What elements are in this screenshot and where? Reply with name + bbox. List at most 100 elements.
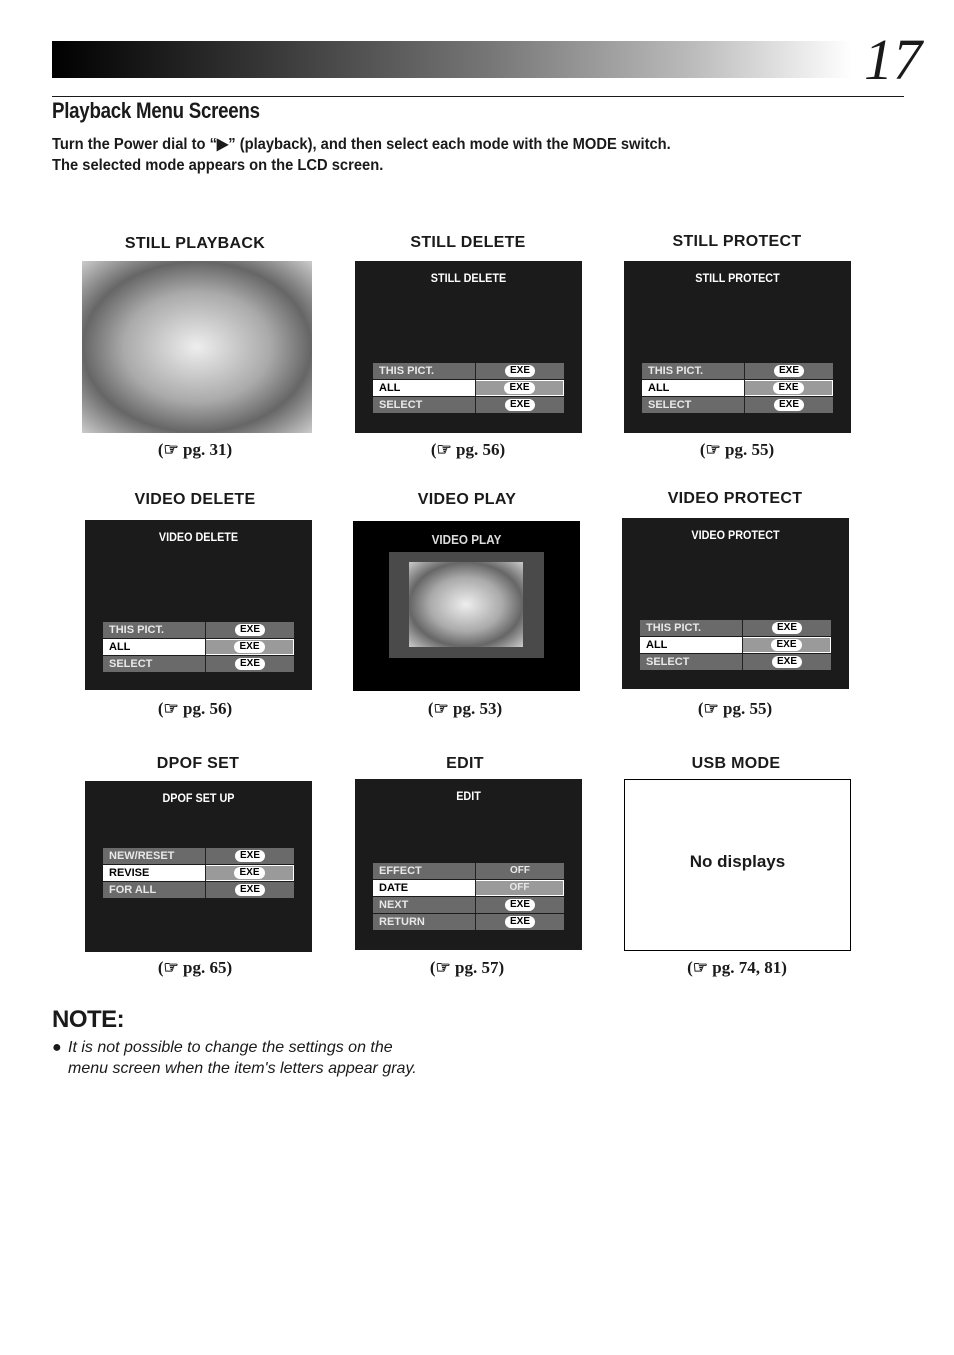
label-dpof-set: DPOF SET [156,755,240,772]
row-key: THIS PICT. [373,363,476,379]
label-still-playback: STILL PLAYBACK [124,235,266,252]
menu-row: SELECT EXE [642,397,833,413]
row-value: EXE [745,381,832,395]
exe-pill: EXE [234,850,265,862]
lcd-title: VIDEO DELETE [158,530,239,544]
menu-list: NEW/RESET EXE REVISE EXE FOR ALL EXE [103,848,294,899]
exe-pill: EXE [234,867,265,879]
video-thumbnail [409,562,523,647]
row-key: ALL [373,380,476,396]
ref-video-play: (☞ pg. 53) [427,699,503,718]
exe-pill: EXE [234,641,265,653]
menu-row: SELECT EXE [103,656,294,672]
lcd-title: DPOF SET UP [162,791,235,805]
row-value: EXE [476,897,564,913]
exe-pill: EXE [234,658,265,670]
exe-pill: EXE [771,656,802,668]
usb-mode-box: No displays [624,779,851,951]
page-number: 17 [864,27,922,92]
menu-row-selected: REVISE EXE [103,865,294,881]
menu-list: THIS PICT. EXE ALL EXE SELECT EXE [103,622,294,673]
ref-dpof-set: (☞ pg. 65) [157,958,233,977]
ref-video-protect: (☞ pg. 55) [697,699,773,718]
row-key: NEXT [373,897,476,913]
exe-pill: EXE [773,382,804,394]
intro-line-1: Turn the Power dial to “▶” (playback), a… [52,136,671,153]
row-key: RETURN [373,914,476,930]
row-value: EXE [206,640,293,654]
menu-list: THIS PICT. EXE ALL EXE SELECT EXE [373,363,564,414]
no-displays-text: No displays [689,852,786,871]
label-usb-mode: USB MODE [691,755,781,772]
lcd-title: EDIT [456,789,481,803]
exe-pill: EXE [234,884,265,896]
row-key: REVISE [103,865,206,881]
row-value: EXE [743,638,830,652]
header-gradient-bar [52,41,852,78]
menu-row: RETURN EXE [373,914,564,930]
row-value: EXE [745,397,833,413]
ref-still-delete: (☞ pg. 56) [430,440,506,459]
lcd-title: STILL PROTECT [695,271,780,285]
label-video-protect: VIDEO PROTECT [667,490,803,507]
exe-pill: EXE [773,399,804,411]
menu-list: THIS PICT. EXE ALL EXE SELECT EXE [640,620,831,671]
row-value: EXE [206,866,293,880]
row-value: OFF [476,881,563,895]
row-key: SELECT [640,654,743,670]
row-key: THIS PICT. [640,620,743,636]
lcd-video-protect: VIDEO PROTECT THIS PICT. EXE ALL EXE SELEC… [622,518,849,689]
menu-row: THIS PICT. EXE [373,363,564,379]
ref-edit: (☞ pg. 57) [429,958,505,977]
exe-pill: EXE [504,916,535,928]
row-value: EXE [476,363,564,379]
label-video-play: VIDEO PLAY [417,491,517,508]
note-body: ● It is not possible to change the settin… [52,1037,417,1079]
menu-list: EFFECT OFF DATE OFF NEXT EXE RETURN EXE [373,863,564,931]
row-value: EXE [476,397,564,413]
label-still-delete: STILL DELETE [410,234,526,251]
lcd-still-protect: STILL PROTECT THIS PICT. EXE ALL EXE SELEC… [624,261,851,433]
exe-pill: EXE [504,365,535,377]
row-value: EXE [476,914,564,930]
menu-row-selected: ALL EXE [373,380,564,396]
menu-row: NEW/RESET EXE [103,848,294,864]
label-video-delete: VIDEO DELETE [134,491,256,508]
lcd-title: VIDEO PROTECT [691,528,780,542]
row-value: EXE [206,848,294,864]
lcd-video-play: VIDEO PLAY [353,521,580,691]
lcd-dpof-set: DPOF SET UP NEW/RESET EXE REVISE EXE FOR A… [85,781,312,952]
menu-row: SELECT EXE [373,397,564,413]
row-key: DATE [373,880,476,896]
row-key: ALL [640,637,743,653]
intro-text: Turn the Power dial to “▶” (playback), a… [52,134,671,176]
row-key: NEW/RESET [103,848,206,864]
menu-list: THIS PICT. EXE ALL EXE SELECT EXE [642,363,833,414]
still-playback-photo [82,261,312,433]
intro-line-2: The selected mode appears on the LCD scr… [52,157,384,174]
row-key: SELECT [103,656,206,672]
row-key: SELECT [642,397,745,413]
exe-pill: EXE [504,382,535,394]
ref-usb-mode: (☞ pg. 74, 81) [687,958,787,977]
lcd-title: VIDEO PLAY [431,532,502,547]
exe-pill: EXE [504,899,535,911]
note-line-2: menu screen when the item's letters appe… [68,1060,417,1077]
row-value: EXE [476,381,563,395]
lcd-video-delete: VIDEO DELETE THIS PICT. EXE ALL EXE SELECT… [85,520,312,690]
label-still-protect: STILL PROTECT [672,233,802,250]
exe-pill: EXE [504,399,535,411]
row-key: ALL [642,380,745,396]
ref-video-delete: (☞ pg. 56) [157,699,233,718]
row-value: EXE [745,363,833,379]
row-value: EXE [743,620,831,636]
divider [52,96,904,97]
menu-row: NEXT EXE [373,897,564,913]
menu-row-selected: ALL EXE [640,637,831,653]
exe-pill: EXE [773,365,804,377]
menu-row: EFFECT OFF [373,863,564,879]
exe-pill: EXE [234,624,265,636]
row-value: EXE [206,656,294,672]
exe-pill: EXE [771,622,802,634]
label-edit: EDIT [446,755,484,772]
